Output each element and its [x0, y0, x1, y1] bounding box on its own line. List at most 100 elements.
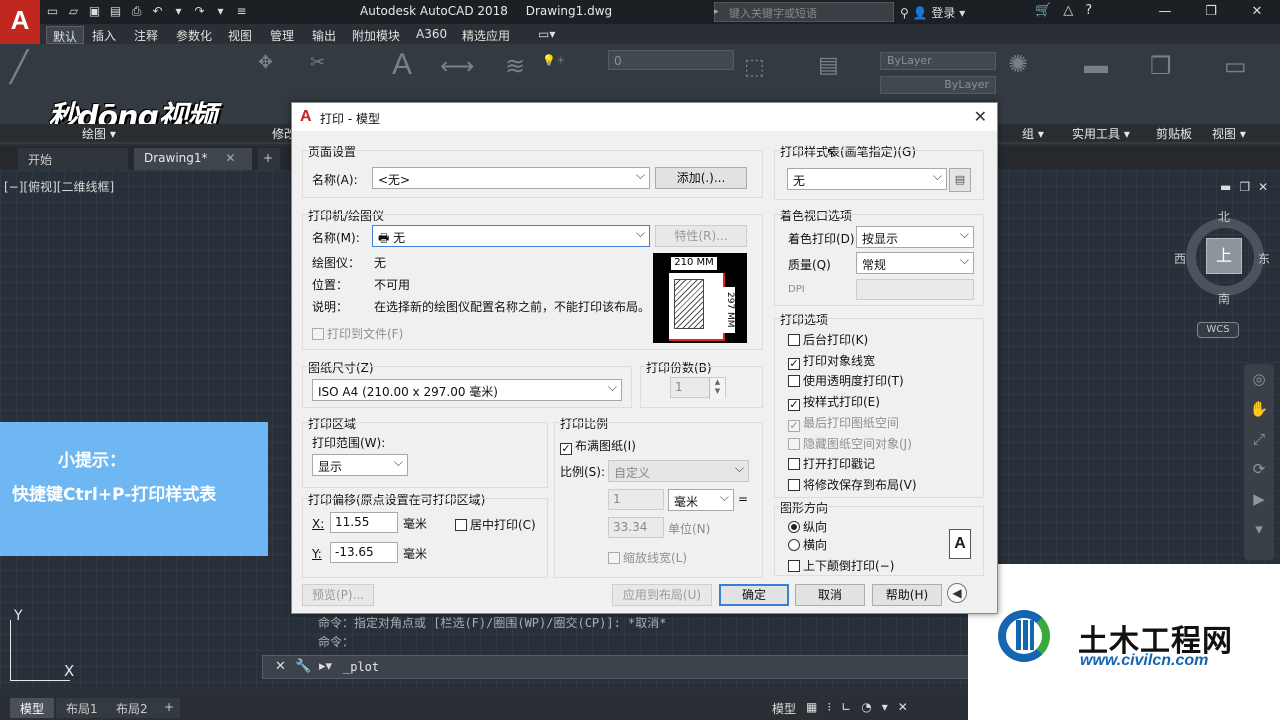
ok-button[interactable]: 确定 [719, 584, 789, 606]
landscape-radio-dot[interactable] [788, 539, 800, 551]
page-setup-name-dropdown[interactable]: <无> [372, 167, 650, 189]
portrait-radio-dot[interactable] [788, 521, 800, 533]
undo-dropdown-icon[interactable]: ▾ [170, 3, 187, 20]
edit-style-table-button[interactable]: ▤ [949, 168, 971, 192]
view-icon[interactable]: ▭ [1224, 52, 1247, 81]
save-icon[interactable]: ▣ [86, 3, 103, 20]
fit-to-paper-box[interactable]: ✓ [560, 443, 572, 455]
model-space-toggle[interactable]: 模型 [772, 700, 796, 717]
search-expand-icon[interactable]: ▸ [714, 3, 724, 21]
line-tool-icon[interactable]: ╱ [10, 50, 28, 85]
plot-option-box[interactable]: ✓ [788, 357, 800, 370]
tab-insert[interactable]: 插入 [86, 26, 122, 44]
cancel-button[interactable]: 取消 [795, 584, 865, 606]
shade-plot-dropdown[interactable]: 按显示 [856, 226, 974, 248]
login-dropdown-icon[interactable]: ▾ [959, 6, 965, 20]
navbar-options-icon[interactable]: ▾ [1244, 514, 1274, 544]
group-clipboard[interactable]: 剪贴板 [1156, 125, 1192, 142]
pan-icon[interactable]: ✋ [1244, 394, 1274, 424]
scale-unit-dropdown[interactable]: 毫米 [668, 489, 734, 511]
group-view[interactable]: 视图 ▾ [1212, 125, 1246, 142]
add-page-setup-button[interactable]: 添加(.)... [655, 167, 747, 189]
plot-option-box[interactable] [788, 458, 800, 471]
plot-option-checkbox[interactable]: 使用透明度打印(T) [788, 372, 904, 389]
lineweight-icon[interactable]: ✕ [898, 700, 908, 717]
landscape-radio[interactable]: 横向 [788, 536, 827, 553]
wcs-menu[interactable]: WCS [1197, 322, 1239, 338]
dpi-input[interactable] [856, 279, 974, 300]
osnap-icon[interactable]: ▾ [882, 700, 888, 717]
layout-tab-model[interactable]: 模型 [10, 698, 55, 718]
lightbulb-icon[interactable]: 💡☀ [542, 54, 566, 67]
plot-option-box[interactable] [788, 334, 800, 346]
more-options-icon[interactable]: ◀ [947, 583, 967, 603]
close-command-line-icon[interactable]: ✕ [275, 659, 286, 674]
scale-lineweights-checkbox[interactable]: 缩放线宽(L) [608, 549, 687, 566]
binoculars-icon[interactable]: ⚲ [900, 6, 909, 20]
new-tab-button[interactable]: + [258, 148, 280, 170]
trim-tool-icon[interactable]: ✂ [310, 52, 325, 73]
orbit-icon[interactable]: ⟳ [1244, 454, 1274, 484]
compass-south[interactable]: 南 [1218, 290, 1230, 307]
center-plot-box[interactable] [455, 519, 467, 531]
tab-parametric[interactable]: 参数化 [170, 26, 218, 44]
plot-option-checkbox[interactable]: 隐藏图纸空间对象(J) [788, 435, 912, 452]
upside-down-box[interactable] [788, 560, 800, 572]
compass-east[interactable]: 东 [1258, 250, 1270, 267]
compass-north[interactable]: 北 [1218, 208, 1230, 225]
a360-icon[interactable]: △ [1063, 3, 1073, 18]
layout-tab-2[interactable]: 布局2 [106, 698, 158, 718]
insert-block-icon[interactable]: ⬚ [744, 54, 765, 80]
customize-qat-icon[interactable]: ≡ [233, 3, 250, 20]
viewport-restore-icon[interactable]: ❐ [1239, 180, 1250, 194]
compass-west[interactable]: 西 [1174, 250, 1186, 267]
steering-wheel-icon[interactable]: ◎ [1244, 364, 1274, 394]
plot-option-checkbox[interactable]: ✓ 最后打印图纸空间 [788, 414, 899, 432]
style-table-dropdown[interactable]: 无 [787, 168, 947, 190]
upside-down-checkbox[interactable]: 上下颠倒打印(−) [788, 557, 894, 574]
group-icon[interactable]: ✺ [1008, 50, 1028, 79]
layer-properties-icon[interactable]: ≋ [505, 52, 525, 81]
login-button[interactable]: ⚲ 👤 登录 ▾ [900, 4, 965, 21]
plot-option-box[interactable] [788, 375, 800, 388]
plot-option-checkbox[interactable]: 打开打印戳记 [788, 455, 875, 472]
ortho-icon[interactable]: ∟ [841, 700, 851, 717]
color-dropdown[interactable]: ByLayer [880, 52, 996, 70]
plot-option-checkbox[interactable]: ✓ 打印对象线宽 [788, 352, 875, 370]
apply-to-layout-button[interactable]: 应用到布局(U) [612, 584, 712, 606]
tab-drawing1[interactable]: Drawing1* ✕ [134, 148, 252, 170]
offset-y-input[interactable]: -13.65 [330, 542, 398, 563]
move-tool-icon[interactable]: ✥ [258, 52, 273, 73]
plot-option-box[interactable]: ✓ [788, 419, 800, 432]
restore-icon[interactable]: ❐ [1188, 0, 1234, 24]
printer-name-dropdown[interactable]: 🖶 无 [372, 225, 650, 247]
viewcube[interactable]: 上 北 南 东 西 [1174, 210, 1270, 306]
redo-dropdown-icon[interactable]: ▾ [212, 3, 229, 20]
new-icon[interactable]: ▭ [44, 3, 61, 20]
scale-numerator-input[interactable]: 1 [608, 489, 664, 510]
preview-button[interactable]: 预览(P)... [302, 584, 374, 606]
plot-option-checkbox[interactable]: 将修改保存到布局(V) [788, 476, 917, 493]
tab-start[interactable]: 开始 [18, 148, 128, 170]
application-menu-button[interactable]: A [0, 0, 40, 44]
portrait-radio[interactable]: 纵向 [788, 518, 827, 535]
search-input[interactable]: ▸ 键入关键字或短语 [714, 2, 894, 22]
printer-properties-button[interactable]: 特性(R)... [655, 225, 747, 247]
offset-x-input[interactable]: 11.55 [330, 512, 398, 533]
showmotion-icon[interactable]: ▶ [1244, 484, 1274, 514]
linetype-dropdown[interactable]: ByLayer [880, 76, 996, 94]
dialog-close-icon[interactable]: ✕ [974, 107, 987, 126]
group-draw[interactable]: 绘图 ▾ [82, 125, 116, 142]
open-icon[interactable]: ▱ [65, 3, 82, 20]
recent-commands-icon[interactable]: ▸▾ [319, 659, 332, 674]
group-utilities[interactable]: 实用工具 ▾ [1072, 125, 1130, 142]
viewport-minimize-icon[interactable]: ▬ [1220, 180, 1231, 194]
copies-spin-icon[interactable]: ▲ ▼ [709, 378, 725, 399]
tab-a360[interactable]: A360 [410, 26, 453, 44]
command-line[interactable]: ✕ 🔧 ▸▾ _plot [262, 655, 970, 679]
layer-dropdown[interactable]: 0 [608, 50, 734, 70]
plot-option-box[interactable]: ✓ [788, 399, 800, 412]
properties-icon[interactable]: ▤ [818, 52, 839, 78]
measure-icon[interactable]: ▬ [1084, 52, 1108, 80]
undo-icon[interactable]: ↶ [149, 3, 166, 20]
